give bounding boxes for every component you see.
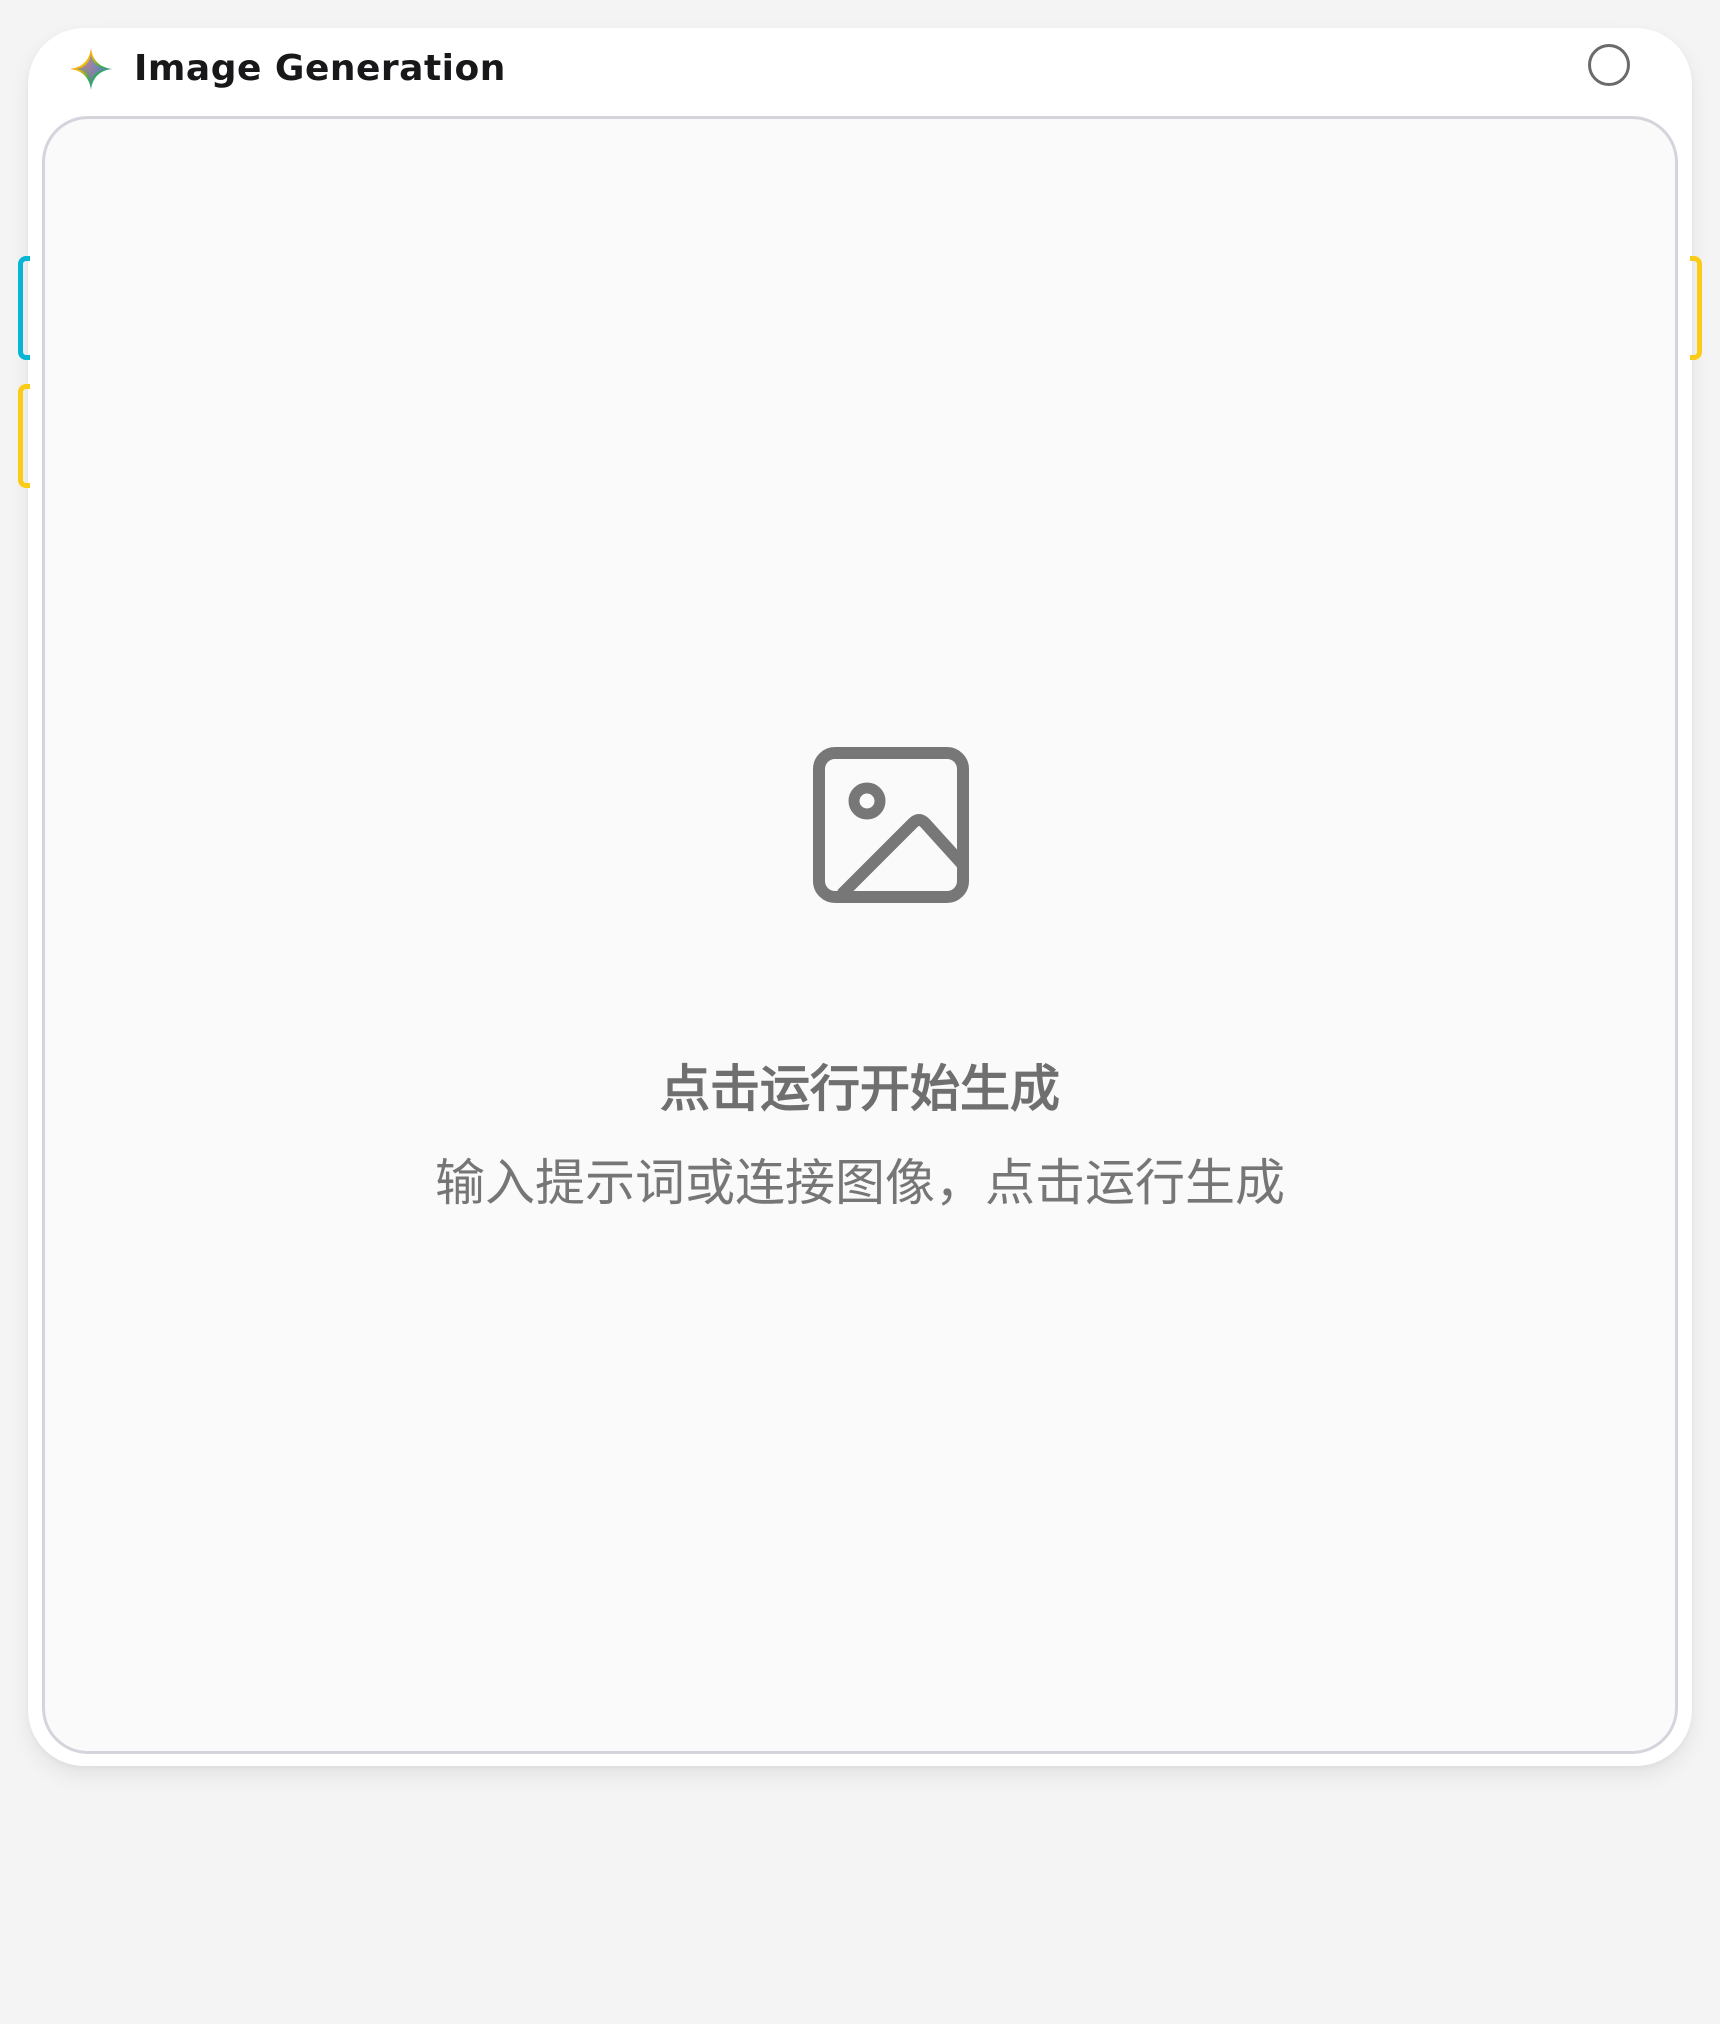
node-header[interactable]: Image Generation xyxy=(28,28,1692,114)
image-generation-node[interactable]: Image Generation 点击运行开始生成 输入提示词或连接图像，点击运… xyxy=(28,28,1692,1766)
status-circle-icon[interactable] xyxy=(1588,44,1630,86)
node-title: Image Generation xyxy=(134,48,506,89)
placeholder-title: 点击运行开始生成 xyxy=(660,1060,1060,1118)
input-image-handle[interactable] xyxy=(18,384,30,488)
placeholder-subtitle: 输入提示词或连接图像，点击运行生成 xyxy=(435,1154,1285,1212)
output-image-handle[interactable] xyxy=(1690,256,1702,360)
input-text-handle[interactable] xyxy=(18,256,30,360)
gemini-sparkle-icon xyxy=(68,46,114,92)
image-preview-area[interactable]: 点击运行开始生成 输入提示词或连接图像，点击运行生成 xyxy=(42,116,1678,1754)
image-placeholder-icon xyxy=(813,747,969,903)
